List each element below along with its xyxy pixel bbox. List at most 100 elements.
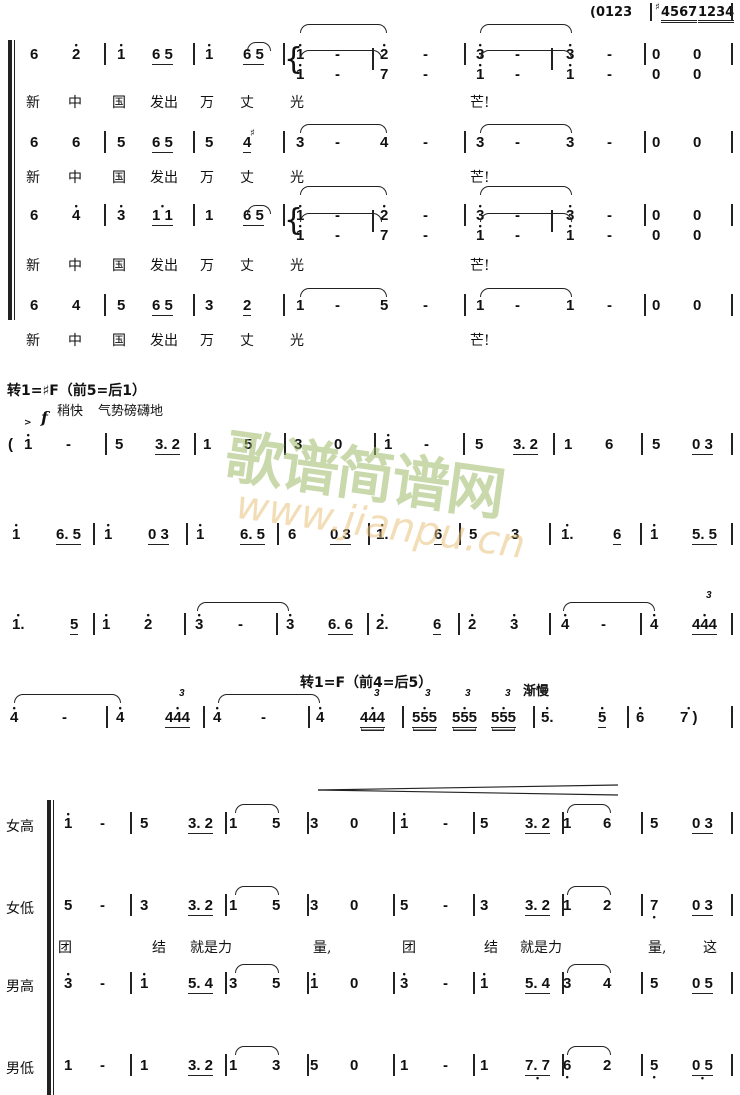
tie bbox=[480, 24, 572, 33]
note-glyph: - bbox=[607, 297, 612, 314]
barline bbox=[93, 523, 95, 545]
note-glyph: 5. bbox=[541, 710, 554, 726]
note-glyph: 1 bbox=[384, 437, 392, 453]
lyric: 结 bbox=[484, 940, 498, 956]
note-glyph: 1. bbox=[12, 617, 25, 633]
note-glyph: 3. 2 bbox=[513, 436, 539, 455]
note-glyph: 5 bbox=[272, 897, 281, 914]
note: 3 bbox=[286, 617, 294, 633]
barline bbox=[473, 894, 475, 916]
note-glyph: 5 bbox=[650, 1058, 658, 1074]
tie bbox=[300, 24, 387, 33]
note: 4 bbox=[72, 298, 80, 314]
note: - bbox=[335, 228, 340, 244]
note-glyph: 4 bbox=[72, 208, 80, 224]
note: 6 bbox=[434, 527, 443, 545]
note-glyph: - bbox=[443, 815, 448, 832]
note: - bbox=[100, 898, 105, 914]
barline bbox=[562, 812, 564, 834]
note: 1. bbox=[561, 527, 574, 543]
note: 5 bbox=[310, 1058, 318, 1074]
barline bbox=[549, 523, 551, 545]
note: 1. bbox=[376, 527, 389, 543]
note: 0 bbox=[693, 298, 701, 314]
note: 3. 2 bbox=[155, 437, 181, 455]
barline bbox=[130, 972, 132, 994]
note: 3 bbox=[195, 617, 203, 633]
note: 4 bbox=[380, 135, 388, 151]
lyric: 丈 bbox=[240, 333, 254, 349]
note: 4 bbox=[116, 710, 124, 726]
note-glyph: 1 1 bbox=[152, 208, 173, 226]
note: 0 bbox=[693, 47, 701, 63]
note-glyph: 6. 6 bbox=[328, 616, 354, 635]
brace: { bbox=[284, 42, 304, 77]
note-glyph: - bbox=[607, 207, 612, 224]
note: 1 bbox=[12, 527, 20, 543]
triplet-mark: 3 bbox=[465, 688, 471, 699]
lyric: 中 bbox=[68, 95, 82, 111]
barline bbox=[731, 972, 733, 994]
lyric: 国 bbox=[112, 333, 126, 349]
lyric: 中 bbox=[68, 258, 82, 274]
note: 5. bbox=[541, 710, 554, 726]
lyric: 发出 bbox=[150, 170, 178, 186]
note: - bbox=[424, 437, 429, 453]
barline bbox=[464, 131, 466, 153]
note-glyph: 1. bbox=[561, 527, 574, 543]
barline bbox=[731, 43, 733, 65]
tie bbox=[300, 213, 382, 222]
note-glyph: 1 bbox=[229, 815, 238, 832]
note: 0 3 bbox=[692, 816, 713, 834]
note-glyph: 6 5 bbox=[152, 134, 173, 153]
note-glyph: 0 bbox=[652, 134, 661, 151]
note-glyph: 3 bbox=[272, 1057, 281, 1074]
note: 3. 2 bbox=[188, 898, 214, 916]
note: 5 bbox=[115, 437, 123, 453]
barline bbox=[307, 894, 309, 916]
note: 1 bbox=[140, 1058, 148, 1074]
triplet-mark: 3 bbox=[179, 688, 185, 699]
note: 1 bbox=[229, 898, 237, 914]
note: 1 bbox=[476, 228, 484, 244]
note: 1 bbox=[566, 67, 574, 83]
barline bbox=[473, 812, 475, 834]
note-glyph: - bbox=[443, 897, 448, 914]
tie bbox=[480, 124, 572, 133]
barline bbox=[473, 972, 475, 994]
note-glyph: 0 bbox=[652, 297, 661, 314]
note: 3. 2 bbox=[525, 816, 551, 834]
note: 7 bbox=[650, 898, 658, 914]
note-glyph: 3 bbox=[400, 976, 408, 992]
note: 5 bbox=[469, 527, 477, 543]
barline bbox=[644, 131, 646, 153]
barline bbox=[368, 523, 370, 545]
note: - bbox=[607, 298, 612, 314]
lyric: 芒! bbox=[470, 95, 490, 111]
lyric: 万 bbox=[200, 333, 214, 349]
note: 3. 2 bbox=[525, 898, 551, 916]
note: - bbox=[261, 710, 266, 726]
note-glyph: 5 bbox=[380, 297, 389, 314]
note-glyph: 1 bbox=[229, 1057, 238, 1074]
note: 2 bbox=[243, 298, 252, 316]
barline bbox=[307, 972, 309, 994]
note-glyph: 0 bbox=[693, 227, 702, 244]
note: 3 bbox=[205, 298, 213, 314]
note: - bbox=[423, 298, 428, 314]
note: 6 5 bbox=[152, 135, 173, 153]
lyric: 新 bbox=[26, 333, 40, 349]
note-glyph: 0 5 bbox=[692, 1058, 713, 1076]
note: 2 bbox=[72, 47, 80, 63]
note-glyph: 4 bbox=[603, 975, 612, 992]
note-glyph: 3 bbox=[195, 617, 203, 633]
note-glyph: - bbox=[607, 46, 612, 63]
note-glyph: 1 bbox=[480, 1057, 489, 1074]
note: 6 bbox=[30, 47, 38, 63]
note: 3. 2 bbox=[188, 1058, 214, 1076]
note-glyph: 6 bbox=[636, 710, 644, 726]
note: 6. 5 bbox=[240, 527, 266, 545]
lyric: 丈 bbox=[240, 170, 254, 186]
note: - bbox=[423, 47, 428, 63]
note-glyph: 5. 5 bbox=[692, 526, 718, 545]
